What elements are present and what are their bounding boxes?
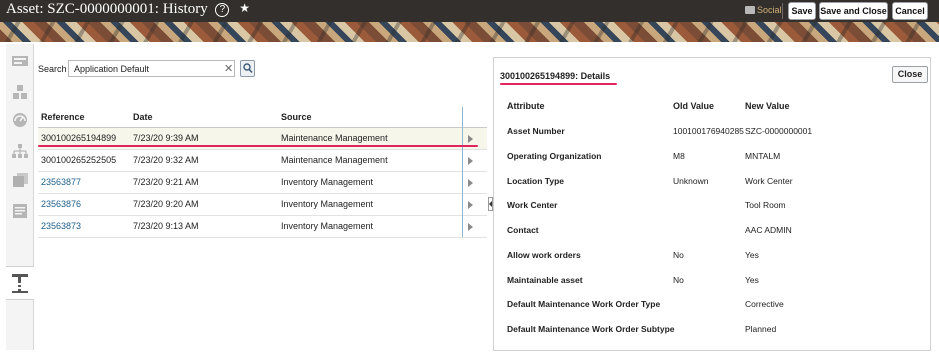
attribute-label: Default Maintenance Work Order Subtype	[507, 324, 675, 334]
help-icon[interactable]: ?	[215, 3, 230, 17]
new-value: MNTALM	[745, 151, 781, 161]
detail-row: Default Maintenance Work Order Subtype P…	[494, 324, 930, 344]
new-value: Work Center	[745, 176, 793, 186]
page-title-text: Asset: SZC-0000000001:	[6, 1, 159, 17]
attribute-label: Operating Organization	[507, 151, 602, 161]
new-value: SZC-0000000001	[745, 126, 813, 136]
documents-icon[interactable]	[11, 172, 29, 188]
dashboard-gauge-icon[interactable]	[11, 112, 29, 128]
highlight-underline	[38, 145, 478, 147]
source-cell: Inventory Management	[281, 199, 374, 209]
detail-row: Operating Organization M8 MNTALM	[494, 151, 930, 171]
old-value: Unknown	[673, 176, 709, 186]
attribute-label: Contact	[507, 225, 539, 235]
old-value: No	[673, 275, 684, 285]
social-label: Social	[757, 5, 782, 15]
search-label: Search	[38, 64, 67, 74]
save-button[interactable]: Save	[788, 2, 816, 20]
new-value: Tool Room	[745, 200, 786, 210]
new-value: AAC ADMIN	[745, 225, 792, 235]
side-panel-tabs	[6, 44, 34, 350]
page-subtitle: History	[162, 1, 208, 17]
hierarchy-icon[interactable]	[11, 143, 29, 159]
detail-row: Default Maintenance Work Order Type Corr…	[494, 299, 930, 319]
reference-link[interactable]: 23563873	[41, 216, 81, 237]
column-header-old-value: Old Value	[673, 101, 715, 111]
column-header-new-value: New Value	[745, 101, 790, 111]
source-cell: Inventory Management	[281, 177, 374, 187]
new-value: Yes	[745, 250, 759, 260]
detail-row: Location Type Unknown Work Center	[494, 176, 930, 196]
attribute-label: Allow work orders	[507, 250, 581, 260]
search-icon	[243, 63, 253, 74]
page-title: Asset: SZC-0000000001: History ? ★	[6, 1, 250, 18]
detail-row: Work Center Tool Room	[494, 200, 930, 220]
old-value: No	[673, 250, 684, 260]
reference-link[interactable]: 23563876	[41, 194, 81, 215]
table-row[interactable]: 23563876 7/23/20 9:20 AM Inventory Manag…	[38, 194, 487, 216]
details-title: 300100265194899: Details	[500, 71, 611, 81]
row-expand-arrow-icon[interactable]	[468, 201, 473, 209]
reference-cell: 300100265252505	[41, 155, 117, 165]
decorative-banner	[0, 22, 939, 42]
attribute-label: Maintainable asset	[507, 275, 583, 285]
search-input[interactable]	[68, 60, 235, 77]
date-cell: 7/23/20 9:20 AM	[133, 199, 199, 209]
attribute-label: Asset Number	[507, 126, 565, 136]
column-header-source[interactable]: Source	[281, 106, 312, 128]
news-icon[interactable]	[11, 54, 29, 70]
table-row[interactable]: 23563873 7/23/20 9:13 AM Inventory Manag…	[38, 216, 487, 238]
detail-row: Maintainable asset No Yes	[494, 275, 930, 295]
column-resize-line	[462, 107, 463, 237]
detail-row: Contact AAC ADMIN	[494, 225, 930, 245]
close-button[interactable]: Close	[892, 66, 928, 83]
cancel-button[interactable]: Cancel	[892, 2, 928, 20]
favorite-star-icon[interactable]: ★	[239, 1, 250, 15]
row-expand-arrow-icon[interactable]	[468, 223, 473, 231]
save-and-close-button[interactable]: Save and Close	[819, 2, 888, 20]
attribute-label: Work Center	[507, 200, 558, 210]
date-cell: 7/23/20 9:13 AM	[133, 221, 199, 231]
clear-search-icon[interactable]: ✕	[224, 62, 233, 75]
date-cell: 7/23/20 9:21 AM	[133, 177, 199, 187]
social-link[interactable]: Social	[745, 5, 782, 15]
new-value: Yes	[745, 275, 759, 285]
row-expand-arrow-icon[interactable]	[468, 179, 473, 187]
details-panel: 300100265194899: Details Close Attribute…	[493, 57, 931, 351]
table-row[interactable]: 300100265252505 7/23/20 9:32 AM Maintena…	[38, 150, 487, 172]
old-value: M8	[673, 151, 685, 161]
detail-row: Allow work orders No Yes	[494, 250, 930, 270]
attribute-label: Location Type	[507, 176, 564, 186]
new-value: Corrective	[745, 299, 784, 309]
row-expand-arrow-icon[interactable]	[468, 135, 473, 143]
assets-grid-icon[interactable]	[11, 84, 29, 100]
new-value: Planned	[745, 324, 777, 334]
details-title-underline	[500, 83, 617, 85]
history-icon[interactable]	[11, 274, 29, 293]
column-header-reference[interactable]: Reference	[41, 106, 85, 128]
notes-icon[interactable]	[11, 203, 29, 219]
source-cell: Inventory Management	[281, 221, 374, 231]
source-cell: Maintenance Management	[281, 155, 388, 165]
row-expand-arrow-icon[interactable]	[468, 157, 473, 165]
detail-row: Asset Number 100100176940285 SZC-0000000…	[494, 126, 930, 146]
attribute-label: Default Maintenance Work Order Type	[507, 299, 661, 309]
table-row[interactable]: 23563877 7/23/20 9:21 AM Inventory Manag…	[38, 172, 487, 194]
reference-link[interactable]: 23563877	[41, 172, 81, 193]
column-header-date[interactable]: Date	[133, 106, 153, 128]
social-icon	[745, 6, 755, 14]
date-cell: 7/23/20 9:32 AM	[133, 155, 199, 165]
column-header-attribute: Attribute	[507, 101, 545, 111]
header-divider	[782, 3, 783, 19]
page-header: Asset: SZC-0000000001: History ? ★ Socia…	[0, 0, 939, 22]
search-button[interactable]	[240, 60, 255, 77]
old-value: 100100176940285	[673, 126, 744, 136]
